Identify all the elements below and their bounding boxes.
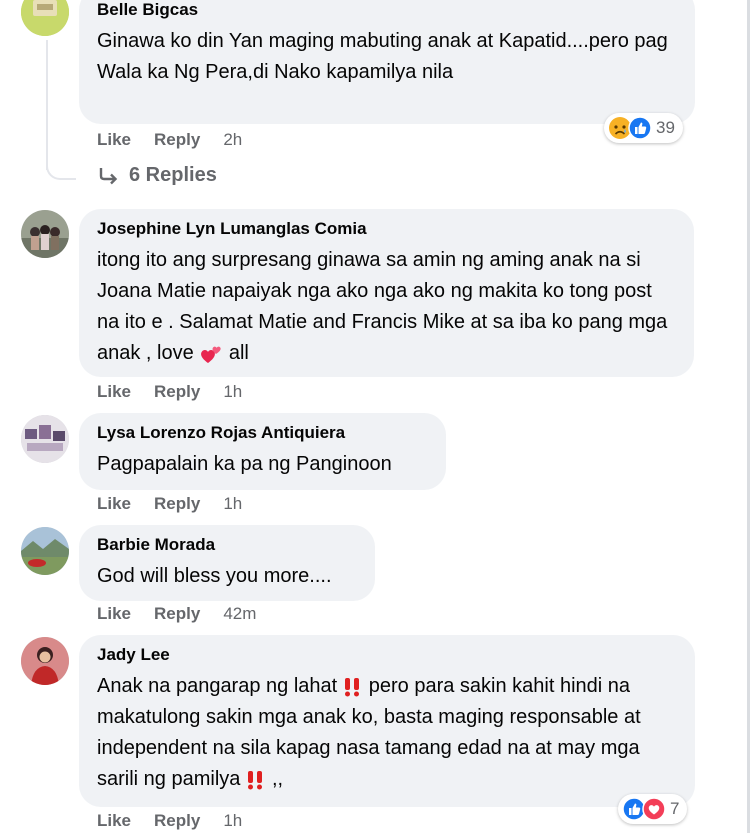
thread-connector xyxy=(46,150,76,180)
like-button[interactable]: Like xyxy=(97,604,131,624)
comment-time[interactable]: 1h xyxy=(223,494,242,514)
comment-actions: Like Reply 2h xyxy=(97,130,242,150)
like-button[interactable]: Like xyxy=(97,811,131,831)
comment-text-part: ,, xyxy=(266,768,284,790)
double-exclamation-icon xyxy=(248,770,263,790)
reaction-summary[interactable]: 7 xyxy=(618,794,688,824)
avatar[interactable] xyxy=(21,0,69,36)
double-exclamation-icon xyxy=(345,677,360,697)
comment-author[interactable]: Jady Lee xyxy=(97,645,677,665)
avatar-image xyxy=(21,0,69,36)
reaction-count: 7 xyxy=(670,799,680,818)
love-icon xyxy=(642,797,666,821)
comment-actions: Like Reply 1h xyxy=(97,382,242,402)
comment-text-part: all xyxy=(223,342,249,364)
reply-button[interactable]: Reply xyxy=(154,382,200,402)
like-button[interactable]: Like xyxy=(97,382,131,402)
reply-arrow-icon xyxy=(99,167,118,184)
comment-bubble: Jady Lee Anak na pangarap ng lahat pero … xyxy=(79,635,695,807)
comment-time[interactable]: 2h xyxy=(223,130,242,150)
avatar-image xyxy=(21,527,69,575)
reply-button[interactable]: Reply xyxy=(154,130,200,150)
avatar-image xyxy=(21,415,69,463)
comment-text: God will bless you more.... xyxy=(97,565,332,587)
like-button[interactable]: Like xyxy=(97,130,131,150)
comment-author[interactable]: Josephine Lyn Lumanglas Comia xyxy=(97,219,676,239)
comment-text: itong ito ang surpresang ginawa sa amin … xyxy=(97,245,676,369)
comment-time[interactable]: 42m xyxy=(223,604,256,624)
avatar[interactable] xyxy=(21,210,69,258)
comment-author[interactable]: Barbie Morada xyxy=(97,535,357,555)
avatar-image xyxy=(21,637,69,685)
comment-bubble: Barbie Morada God will bless you more...… xyxy=(79,525,375,601)
comment-text-part: Anak na pangarap ng lahat xyxy=(97,675,338,697)
like-button[interactable]: Like xyxy=(97,494,131,514)
like-icon xyxy=(628,116,652,140)
comment-text-part: itong ito ang surpresang ginawa sa amin … xyxy=(97,249,668,364)
comment-text: Anak na pangarap ng lahat pero para saki… xyxy=(97,671,677,795)
avatar[interactable] xyxy=(21,415,69,463)
comment-time[interactable]: 1h xyxy=(223,382,242,402)
comment-bubble: Josephine Lyn Lumanglas Comia itong ito … xyxy=(79,209,694,377)
comment-actions: Like Reply 42m xyxy=(97,604,256,624)
reply-button[interactable]: Reply xyxy=(154,604,200,624)
view-replies-button[interactable]: 6 Replies xyxy=(97,164,217,187)
comment-actions: Like Reply 1h xyxy=(97,494,242,514)
reply-button[interactable]: Reply xyxy=(154,811,200,831)
comment-time[interactable]: 1h xyxy=(223,811,242,831)
comment-text: Pagpapalain ka pa ng Panginoon xyxy=(97,453,392,475)
comment-author[interactable]: Belle Bigcas xyxy=(97,0,677,20)
reaction-summary[interactable]: 39 xyxy=(604,113,683,143)
comment-bubble: Belle Bigcas Ginawa ko din Yan maging ma… xyxy=(79,0,695,124)
avatar[interactable] xyxy=(21,637,69,685)
comment-author[interactable]: Lysa Lorenzo Rojas Antiquiera xyxy=(97,423,428,443)
comment-text: Ginawa ko din Yan maging mabuting anak a… xyxy=(97,30,668,83)
avatar-image xyxy=(21,210,69,258)
reaction-count: 39 xyxy=(656,118,675,137)
replies-label: 6 Replies xyxy=(129,164,217,186)
two-hearts-icon xyxy=(201,346,221,363)
comment-bubble: Lysa Lorenzo Rojas Antiquiera Pagpapalai… xyxy=(79,413,446,490)
comment-actions: Like Reply 1h xyxy=(97,811,242,831)
avatar[interactable] xyxy=(21,527,69,575)
reply-button[interactable]: Reply xyxy=(154,494,200,514)
